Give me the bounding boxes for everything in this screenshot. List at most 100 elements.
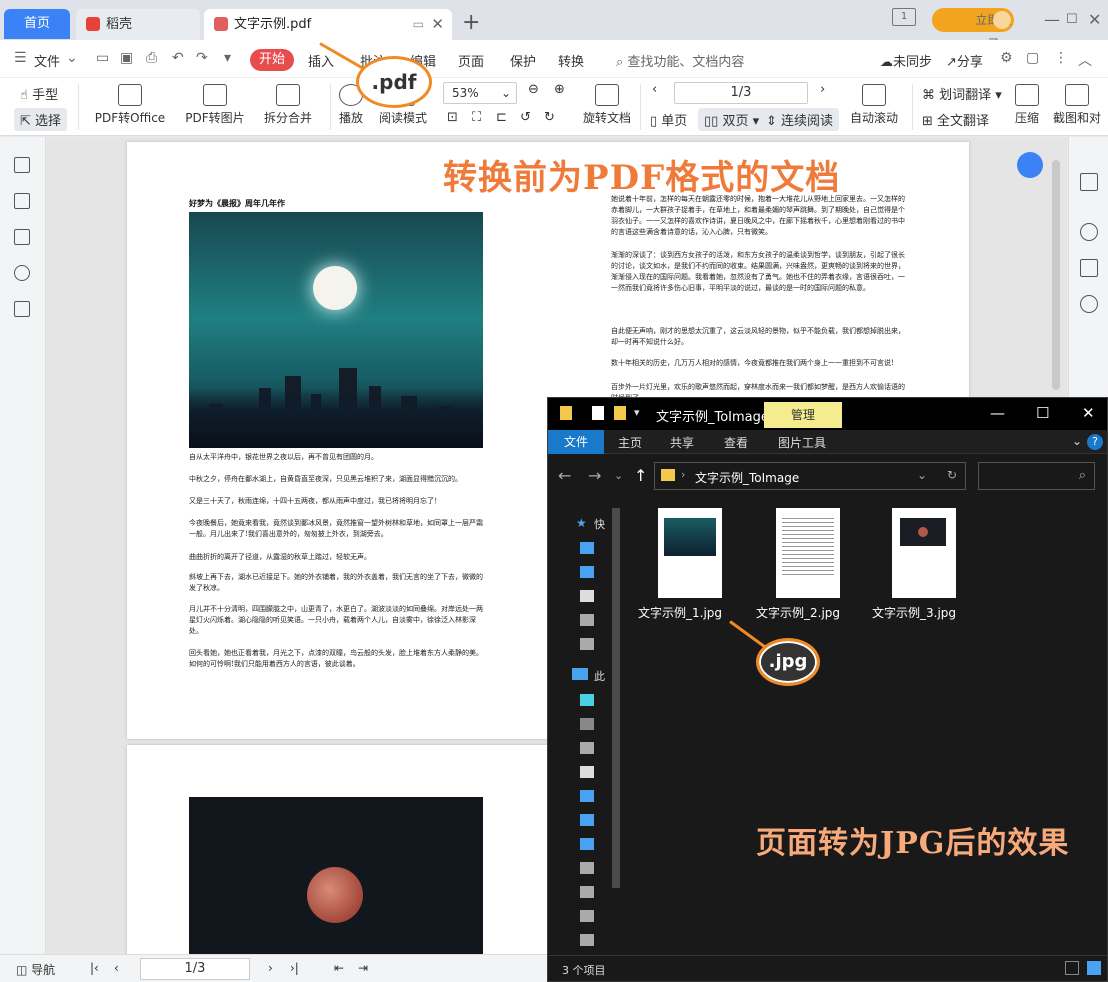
address-bar[interactable]: › 文字示例_ToImage ⌄ ↻ bbox=[654, 462, 966, 490]
picture-icon[interactable] bbox=[580, 614, 594, 626]
dropdown-icon[interactable]: ▾ bbox=[224, 50, 231, 66]
drive-icon[interactable] bbox=[580, 638, 594, 650]
drive-icon[interactable] bbox=[580, 934, 594, 946]
details-view-icon[interactable] bbox=[1065, 961, 1079, 975]
last-page-icon[interactable]: ›| bbox=[290, 961, 299, 975]
zoom-select[interactable]: 53%⌄ bbox=[443, 82, 517, 104]
single-page-button[interactable]: ▯ 单页 bbox=[650, 110, 687, 129]
comment-icon[interactable]: ▢ bbox=[1026, 50, 1039, 66]
back-arrow-icon[interactable]: ← bbox=[558, 466, 571, 485]
picture-icon[interactable] bbox=[580, 742, 594, 754]
chevron-down-icon[interactable]: ⌄ bbox=[66, 50, 78, 66]
help-icon[interactable] bbox=[1080, 295, 1098, 313]
recent-dropdown-icon[interactable]: ⌄ bbox=[614, 469, 623, 482]
file-name-1[interactable]: 文字示例_1.jpg bbox=[638, 604, 722, 621]
function-search[interactable]: ⌕ 查找功能、文档内容 bbox=[616, 51, 744, 70]
forward-arrow-icon[interactable]: → bbox=[588, 466, 601, 485]
sync-status[interactable]: ☁未同步 bbox=[880, 51, 932, 70]
next-page-icon[interactable]: › bbox=[820, 82, 825, 97]
refresh-icon[interactable]: ↻ bbox=[947, 468, 957, 482]
nav-quick-access[interactable]: 快 bbox=[594, 516, 605, 532]
explorer-tab-home[interactable]: 主页 bbox=[618, 434, 642, 451]
rotate-right-icon[interactable]: ↻ bbox=[544, 110, 555, 125]
status-page-input[interactable]: 1/3 bbox=[140, 958, 250, 980]
prev-page-status-icon[interactable]: ‹ bbox=[114, 961, 119, 975]
select-tool[interactable]: ⇱ 选择 bbox=[14, 108, 67, 131]
page-indicator[interactable]: 1/3 bbox=[674, 82, 808, 104]
explorer-search-input[interactable]: ⌕ bbox=[978, 462, 1095, 490]
undo-icon[interactable]: ↶ bbox=[172, 50, 184, 66]
zoom-in-icon[interactable]: ⊕ bbox=[554, 82, 565, 97]
maximize-icon[interactable]: ☐ bbox=[1066, 8, 1078, 32]
rotate-left-icon[interactable]: ↺ bbox=[520, 110, 531, 125]
close-window-icon[interactable]: ✕ bbox=[1088, 8, 1101, 32]
search-doc-icon[interactable] bbox=[1080, 223, 1098, 241]
video-icon[interactable] bbox=[580, 718, 594, 730]
file-thumbnail-2[interactable] bbox=[776, 508, 840, 598]
up-arrow-icon[interactable]: ↑ bbox=[634, 466, 647, 485]
help-icon[interactable]: ? bbox=[1087, 434, 1103, 450]
settings-icon[interactable]: ⚙ bbox=[1000, 50, 1013, 66]
prev-page-icon[interactable]: ‹ bbox=[652, 82, 657, 97]
bookmark-icon[interactable] bbox=[14, 157, 30, 173]
actual-size-icon[interactable]: ⊡ bbox=[447, 110, 458, 125]
full-translate-button[interactable]: ⊞ 全文翻译 bbox=[922, 110, 989, 129]
drive-icon[interactable] bbox=[580, 862, 594, 874]
more-icon[interactable]: ⋮ bbox=[1054, 50, 1068, 66]
vertical-scrollbar[interactable] bbox=[1052, 160, 1060, 390]
music-icon[interactable] bbox=[580, 814, 594, 826]
double-page-button[interactable]: ▯▯ 双页 ▾ bbox=[698, 108, 765, 131]
menu-page[interactable]: 页面 bbox=[458, 51, 484, 70]
pdf-to-office-button[interactable]: PDF转Office bbox=[90, 84, 170, 126]
window-mode-icon[interactable]: ▭ bbox=[413, 9, 424, 40]
collapse-ribbon-icon[interactable]: ︿ bbox=[1078, 50, 1092, 70]
pdf-to-image-button[interactable]: PDF转图片 bbox=[182, 84, 248, 126]
fit-page-icon[interactable]: ⛶ bbox=[472, 110, 481, 125]
chevron-down-icon[interactable]: ⌄ bbox=[1072, 434, 1082, 448]
floating-tool-icon[interactable] bbox=[1017, 152, 1043, 178]
file-thumbnail-1[interactable] bbox=[658, 508, 722, 598]
menu-file[interactable]: 文件 bbox=[34, 51, 60, 70]
word-translate-button[interactable]: ⌘ 划词翻译 ▾ bbox=[922, 84, 1002, 103]
navigation-toggle[interactable]: ◫ 导航 bbox=[16, 961, 55, 978]
next-page-status-icon[interactable]: › bbox=[268, 961, 273, 975]
rotate-document-button[interactable]: 旋转文档 bbox=[580, 84, 634, 126]
thumbnail-icon[interactable] bbox=[14, 193, 30, 209]
tab-daoke[interactable]: 稻壳 bbox=[76, 9, 200, 40]
drive-icon[interactable] bbox=[580, 886, 594, 898]
forward-icon[interactable]: ⇥ bbox=[358, 961, 368, 975]
file-name-3[interactable]: 文字示例_3.jpg bbox=[872, 604, 956, 621]
properties-icon[interactable] bbox=[1080, 173, 1098, 191]
tab-document[interactable]: 文字示例.pdf ▭ ✕ bbox=[204, 9, 452, 40]
nav-this-pc[interactable]: 此 bbox=[594, 668, 605, 684]
quick-access-dropdown-icon[interactable]: ▾ bbox=[634, 406, 640, 419]
manage-tab[interactable]: 管理 bbox=[764, 402, 842, 428]
login-button[interactable]: 立即登录 bbox=[932, 8, 1014, 32]
explorer-tab-share[interactable]: 共享 bbox=[670, 434, 694, 451]
download-icon[interactable] bbox=[580, 566, 594, 578]
split-merge-button[interactable]: 拆分合并 bbox=[256, 84, 320, 126]
hamburger-icon[interactable]: ☰ bbox=[14, 50, 27, 66]
fit-width-icon[interactable]: ⊏ bbox=[496, 110, 507, 125]
file-name-2[interactable]: 文字示例_2.jpg bbox=[756, 604, 840, 621]
chevron-down-icon[interactable]: ⌄ bbox=[917, 468, 927, 482]
minimize-icon[interactable]: — bbox=[990, 404, 1005, 422]
translate-panel-icon[interactable] bbox=[1080, 259, 1098, 277]
desktop-icon[interactable] bbox=[580, 838, 594, 850]
hand-tool[interactable]: ☝ 手型 bbox=[20, 84, 58, 103]
print-icon[interactable]: ⎙ bbox=[146, 50, 157, 66]
document-icon[interactable] bbox=[580, 766, 594, 778]
continuous-read-button[interactable]: ⇕ 连续阅读 bbox=[760, 108, 839, 131]
redo-icon[interactable]: ↷ bbox=[196, 50, 208, 66]
explorer-tab-file[interactable]: 文件 bbox=[548, 430, 604, 454]
minimize-icon[interactable]: — bbox=[1044, 8, 1060, 32]
drive-icon[interactable] bbox=[580, 910, 594, 922]
zoom-out-icon[interactable]: ⊖ bbox=[528, 82, 539, 97]
properties-check-icon[interactable] bbox=[592, 406, 604, 420]
close-window-icon[interactable]: ✕ bbox=[1082, 404, 1095, 422]
compress-button[interactable]: 压缩 bbox=[1010, 84, 1044, 126]
share-button[interactable]: ↗分享 bbox=[946, 51, 983, 70]
menu-insert[interactable]: 插入 bbox=[308, 51, 334, 70]
menu-start[interactable]: 开始 bbox=[250, 49, 294, 71]
open-folder-icon[interactable]: ▭ bbox=[96, 50, 109, 66]
